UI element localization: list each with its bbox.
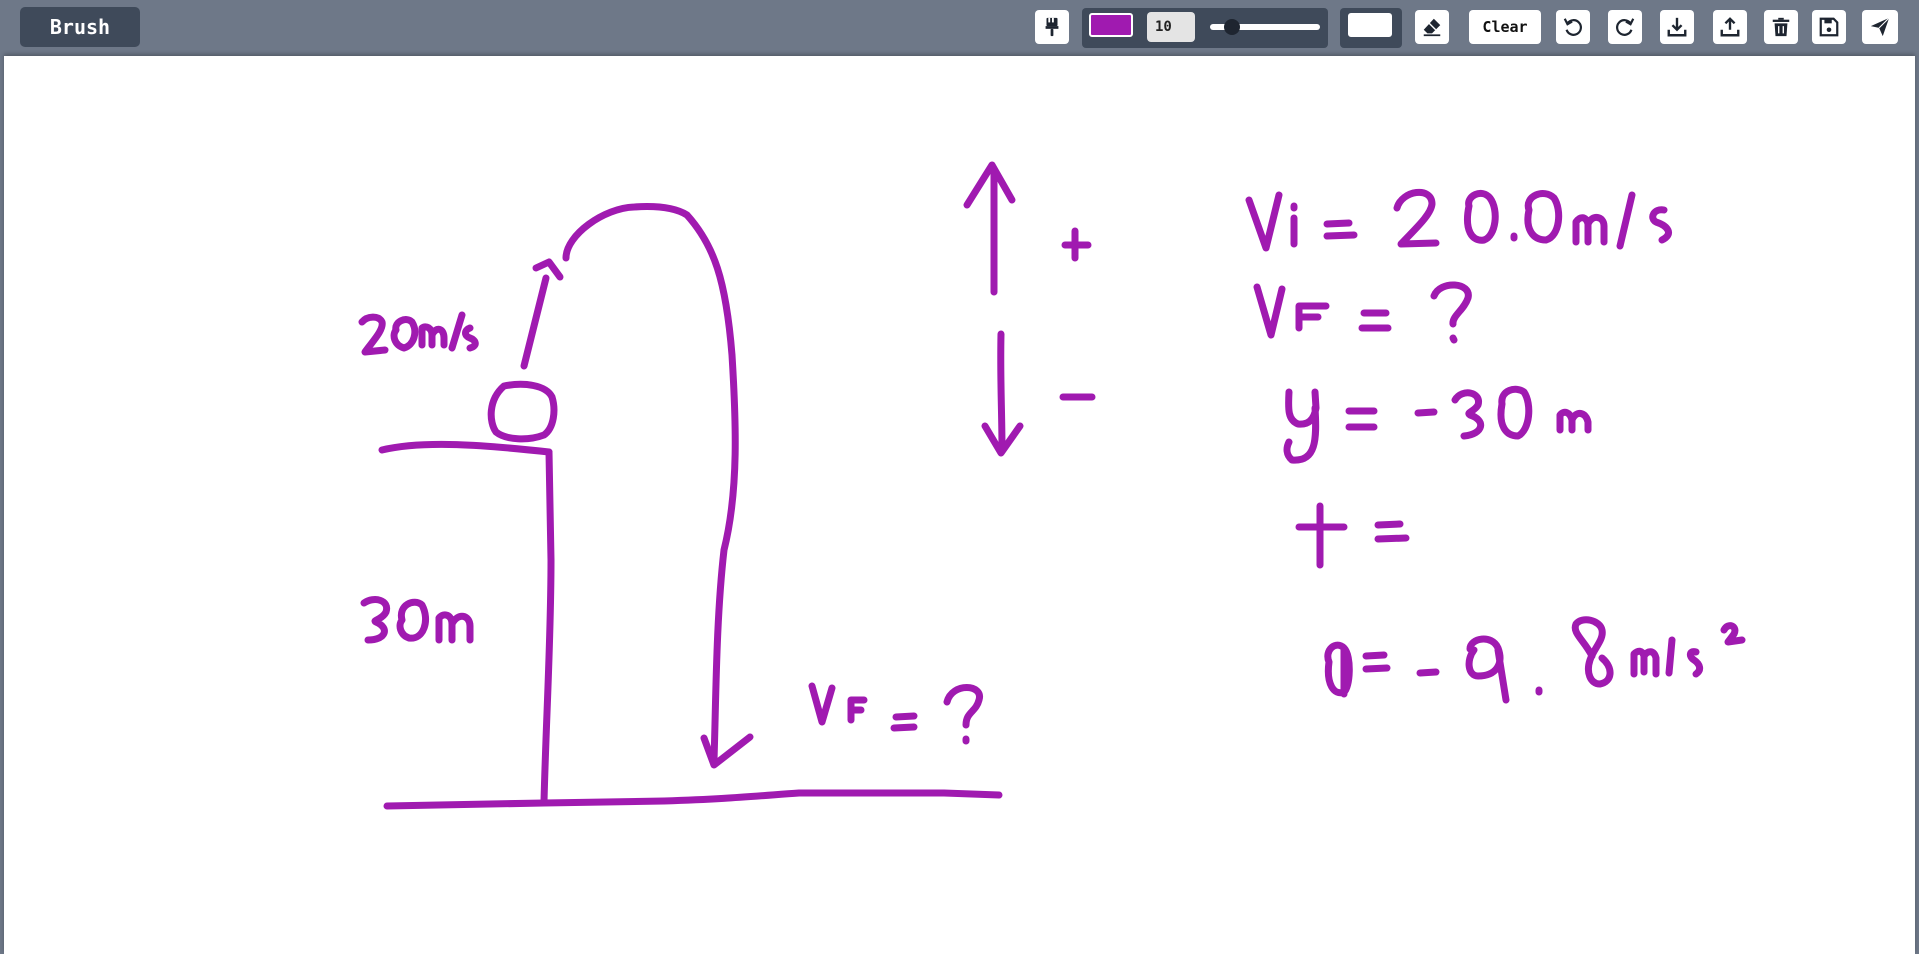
ground-stroke — [383, 789, 1003, 810]
brush-size-input[interactable]: 10 — [1147, 12, 1195, 42]
mode-label: Brush — [20, 7, 140, 47]
toolbar: Brush 10 Clear — [0, 0, 1919, 54]
trash-icon — [1772, 17, 1790, 37]
brush-color-swatch[interactable] — [1089, 13, 1133, 37]
eq-vi-stroke — [1245, 188, 1672, 252]
eq-y-stroke — [1283, 385, 1592, 464]
ball-stroke — [487, 380, 558, 443]
drawing-canvas[interactable] — [4, 56, 1915, 954]
save-button[interactable] — [1812, 10, 1846, 44]
cliff-top-stroke — [378, 440, 553, 456]
brush-icon — [1045, 17, 1059, 37]
save-icon — [1819, 17, 1839, 37]
trajectory-stroke — [562, 203, 739, 764]
redo-icon — [1616, 18, 1635, 36]
download-icon — [1667, 17, 1687, 37]
label-30m-stroke — [360, 596, 474, 644]
eq-a-stroke — [1324, 616, 1746, 704]
brush-size-slider-thumb[interactable] — [1224, 19, 1240, 35]
send-button[interactable] — [1862, 10, 1898, 44]
trajectory-arrowhead-stroke — [700, 733, 754, 769]
drawing-layer — [358, 161, 1746, 810]
cliff-wall-stroke — [540, 448, 555, 806]
eraser-icon — [1423, 18, 1441, 37]
eraser-button[interactable] — [1415, 10, 1449, 44]
upload-button[interactable] — [1713, 10, 1747, 44]
send-icon — [1870, 17, 1890, 37]
redo-button[interactable] — [1608, 10, 1642, 44]
undo-button[interactable] — [1556, 10, 1590, 44]
label-vf-ground-stroke — [808, 682, 983, 745]
label-20ms-stroke — [358, 311, 479, 356]
initial-velocity-arrow-stroke — [520, 274, 550, 370]
download-button[interactable] — [1660, 10, 1694, 44]
eq-t-stroke — [1295, 502, 1410, 569]
secondary-color-swatch[interactable] — [1348, 13, 1392, 37]
initial-velocity-arrowhead-stroke — [532, 258, 564, 281]
delete-button[interactable] — [1764, 10, 1798, 44]
down-arrow-stroke — [997, 330, 1006, 455]
upload-icon — [1720, 17, 1740, 37]
brush-tool-button[interactable] — [1035, 10, 1069, 44]
up-arrowhead-stroke — [963, 161, 1016, 209]
eq-vf-stroke — [1253, 281, 1472, 344]
clear-button[interactable]: Clear — [1469, 10, 1541, 44]
plus-sign-stroke — [1061, 227, 1092, 262]
undo-icon — [1563, 18, 1582, 36]
secondary-color-group — [1340, 8, 1402, 48]
